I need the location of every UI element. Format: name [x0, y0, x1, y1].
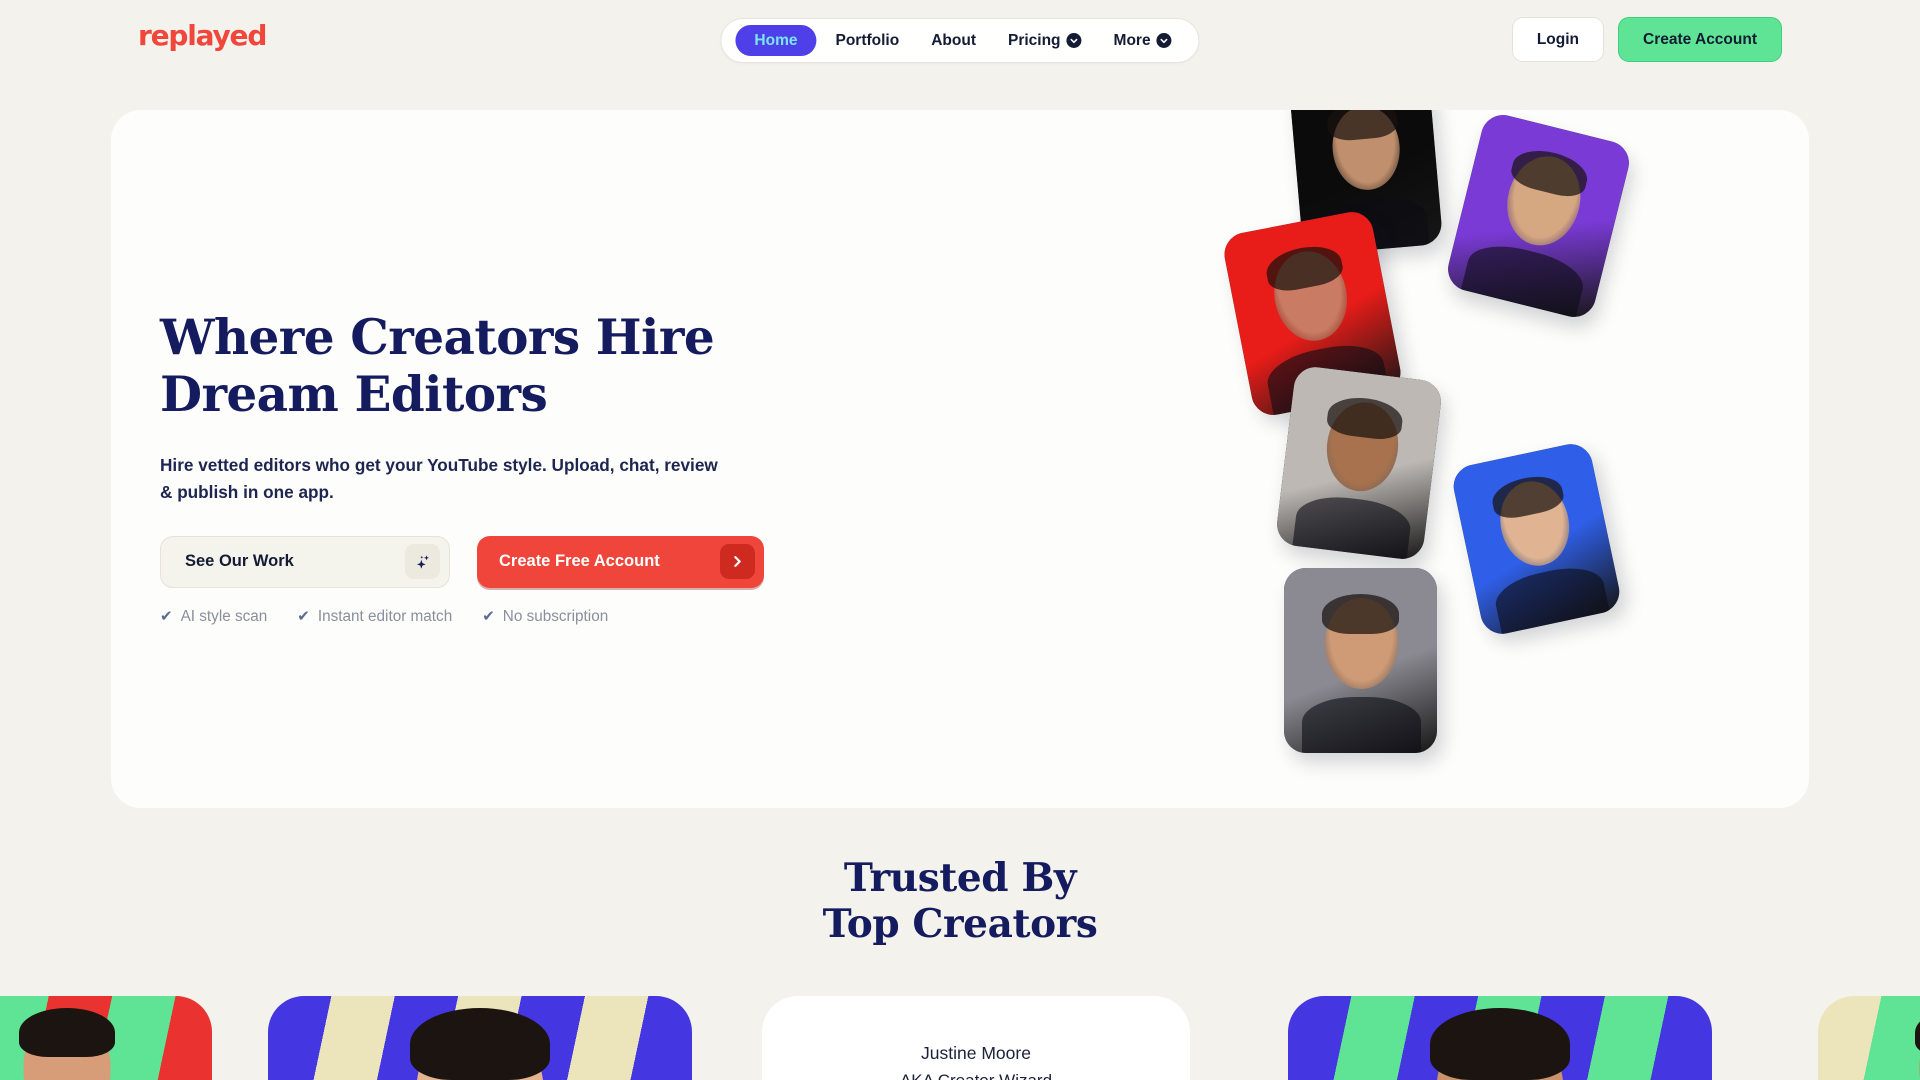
nav-label: More: [1113, 31, 1151, 49]
nav-item-pricing[interactable]: Pricing: [995, 26, 1095, 56]
nav-label: Home: [754, 31, 798, 49]
feature-item: ✔ No subscription: [482, 608, 608, 626]
testimonial-creator-hair: [410, 1008, 550, 1080]
feature-item: ✔ AI style scan: [160, 608, 267, 626]
check-icon: ✔: [297, 608, 310, 626]
creator-photo-5: [1449, 440, 1624, 638]
creator-photo-6: [1284, 568, 1437, 753]
header-actions: Login Create Account: [1511, 17, 1782, 62]
nav-item-about[interactable]: About: [918, 26, 989, 56]
trusted-line-2: Top Creators: [822, 901, 1098, 948]
card-green-blue[interactable]: [1288, 996, 1712, 1080]
create-account-button[interactable]: Create Account: [1618, 17, 1782, 62]
testimonial-photo-background: [1818, 996, 1920, 1080]
card-justine[interactable]: Justine Moore AKA Creator Wizard: [762, 996, 1190, 1080]
nav-label: Portfolio: [835, 31, 900, 49]
creator-photo-collage: [1201, 110, 1809, 808]
chevron-down-icon: [1156, 33, 1172, 48]
nav-item-more[interactable]: More: [1101, 26, 1185, 56]
hero-card: Where Creators Hire Dream Editors Hire v…: [111, 110, 1809, 808]
testimonial-strip: Justine Moore AKA Creator Wizard: [0, 996, 1920, 1080]
page-title: Where Creators Hire Dream Editors: [160, 309, 900, 423]
create-free-account-label: Create Free Account: [499, 552, 660, 571]
nav-label: About: [931, 31, 976, 49]
hero-content: Where Creators Hire Dream Editors Hire v…: [160, 309, 900, 626]
main-navigation: Home Portfolio About Pricing More: [720, 18, 1200, 63]
nav-item-home[interactable]: Home: [735, 24, 817, 57]
testimonial-creator-hair: [1430, 1008, 1570, 1080]
site-header: replayed Home Portfolio About Pricing Mo…: [0, 0, 1920, 80]
card-red-green[interactable]: [0, 996, 212, 1080]
feature-item: ✔ Instant editor match: [297, 608, 452, 626]
creator-hair: [1322, 594, 1399, 634]
hero-feature-list: ✔ AI style scan ✔ Instant editor match ✔…: [160, 608, 900, 626]
trusted-line-1: Trusted By: [843, 855, 1077, 901]
create-free-account-button[interactable]: Create Free Account: [477, 535, 764, 588]
creator-torso: [1302, 697, 1421, 753]
chevron-right-icon: [720, 544, 755, 580]
creator-photo-2: [1443, 110, 1634, 322]
nav-item-portfolio[interactable]: Portfolio: [823, 26, 913, 56]
hero-cta-row: See Our Work Create Free Account: [160, 535, 900, 588]
feature-label: No subscription: [502, 607, 609, 625]
testimonial-person-role: AKA Creator Wizard: [762, 1071, 1190, 1080]
check-icon: ✔: [482, 608, 495, 626]
nav-label: Pricing: [1007, 31, 1061, 49]
hero-title-line-1: Where Creators Hire: [160, 309, 715, 366]
brand-logo[interactable]: replayed: [138, 22, 267, 50]
see-our-work-label: See Our Work: [185, 552, 294, 571]
check-icon: ✔: [160, 608, 173, 626]
card-cream-green[interactable]: [1818, 996, 1920, 1080]
testimonial-person-name: Justine Moore: [921, 1043, 1031, 1063]
feature-label: Instant editor match: [317, 607, 453, 625]
creator-photo-4: [1274, 364, 1444, 562]
hero-title-line-2: Dream Editors: [160, 365, 548, 423]
trusted-heading: Trusted By Top Creators: [0, 855, 1920, 947]
card-blue-cream[interactable]: [268, 996, 692, 1080]
see-our-work-button[interactable]: See Our Work: [160, 535, 450, 588]
testimonial-creator-hair: [19, 1008, 115, 1057]
login-button[interactable]: Login: [1511, 17, 1605, 62]
chevron-down-icon: [1066, 33, 1082, 48]
feature-label: AI style scan: [180, 607, 268, 625]
hero-subtitle: Hire vetted editors who get your YouTube…: [160, 455, 718, 502]
sparkles-icon: [405, 544, 440, 580]
